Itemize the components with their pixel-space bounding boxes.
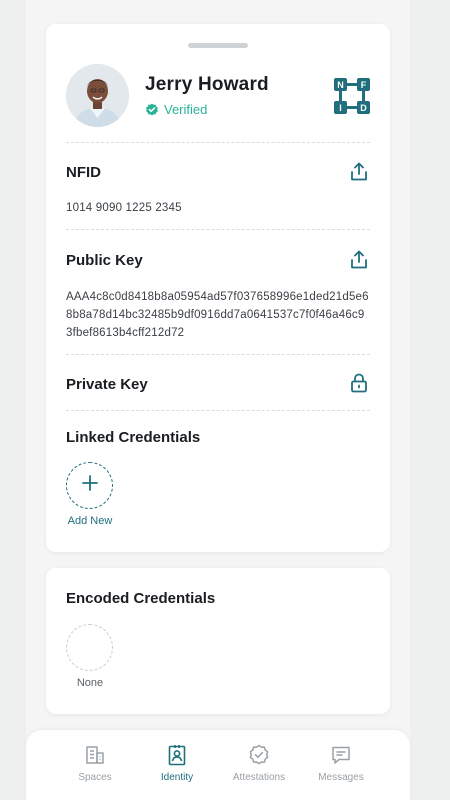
bottom-tab-bar: Spaces Identity Attestations Messages (26, 730, 410, 800)
encoded-credentials-title: Encoded Credentials (66, 590, 216, 607)
logo-letter-n: N (337, 80, 344, 90)
badge-check-icon (248, 744, 270, 766)
verified-check-icon (145, 103, 159, 117)
add-credential-button[interactable] (66, 462, 113, 509)
tab-messages[interactable]: Messages (301, 744, 381, 783)
empty-credential-placeholder (66, 624, 113, 671)
logo-letter-i: I (339, 103, 342, 113)
verified-label: Verified (164, 102, 208, 117)
nfid-title: NFID (66, 164, 101, 181)
tab-label: Spaces (78, 772, 112, 783)
logo-letter-d: D (360, 103, 367, 113)
divider (66, 229, 370, 230)
private-key-title: Private Key (66, 376, 148, 393)
tab-label: Identity (160, 772, 194, 783)
share-icon[interactable] (348, 249, 370, 271)
lock-icon[interactable] (348, 372, 370, 394)
message-icon (330, 744, 352, 766)
public-key-title: Public Key (66, 252, 143, 269)
share-icon[interactable] (348, 161, 370, 183)
encoded-credentials-card: Encoded Credentials None (46, 568, 390, 714)
nfid-value: 1014 9090 1225 2345 (66, 202, 182, 214)
avatar (66, 64, 129, 127)
logo-letter-f: F (361, 80, 367, 90)
tab-spaces[interactable]: Spaces (55, 744, 135, 783)
add-new-label[interactable]: Add New (60, 515, 120, 527)
none-label: None (76, 677, 104, 689)
drag-handle[interactable] (188, 43, 248, 48)
divider (66, 142, 370, 143)
tab-attestations[interactable]: Attestations (219, 744, 299, 783)
tab-label: Attestations (232, 772, 286, 783)
building-icon (84, 744, 106, 766)
tab-identity[interactable]: Identity (137, 744, 217, 783)
divider (66, 410, 370, 411)
identity-card: Jerry Howard Verified N F I D NFID 1014 … (46, 24, 390, 552)
divider (66, 354, 370, 355)
profile-name: Jerry Howard (145, 74, 269, 95)
public-key-value: AAA4c8c0d8418b8a05954ad57f037658996e1ded… (66, 291, 369, 339)
id-badge-icon (166, 744, 188, 766)
verified-status: Verified (145, 102, 207, 117)
nfid-logo: N F I D (334, 78, 370, 114)
linked-credentials-title: Linked Credentials (66, 429, 201, 446)
plus-icon (81, 474, 99, 497)
tab-label: Messages (318, 772, 364, 783)
